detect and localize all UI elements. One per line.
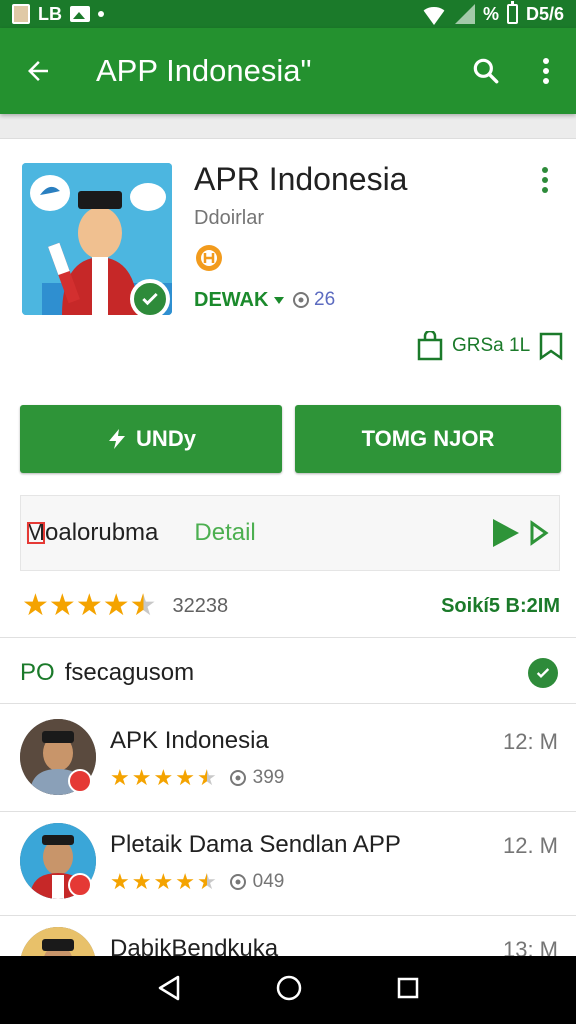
list-item-title: APK Indonesia — [110, 727, 269, 754]
circle-home-icon — [276, 975, 302, 1000]
award-icon — [194, 243, 224, 273]
wishlist-row[interactable]: GRSa 1L — [416, 331, 564, 361]
section-header: PO fsecagusom — [20, 653, 558, 693]
star-icon: ★ — [175, 869, 195, 894]
star-icon: ★ — [131, 765, 152, 790]
content-rating-label: DEWAK — [194, 289, 269, 311]
status-bar: LB % D5/6 — [0, 0, 576, 28]
search-icon — [473, 58, 499, 84]
image-notification-icon — [70, 6, 90, 22]
status-time: D5/6 — [525, 3, 564, 24]
signal-icon — [454, 4, 475, 24]
content-rating-dropdown[interactable]: DEWAK — [194, 289, 285, 312]
info-arrows[interactable] — [489, 517, 549, 549]
review-count: 32238 — [172, 594, 229, 617]
star-icon: ★ — [75, 589, 103, 622]
half-star-icon: ★ — [129, 589, 157, 622]
shopping-bag-icon — [417, 331, 443, 361]
star-icon: ★ — [175, 765, 195, 790]
play-outline-icon — [530, 520, 549, 546]
notification-dot-icon — [98, 11, 104, 17]
developer-name[interactable]: Ddoirlar — [194, 207, 264, 230]
list-item[interactable]: APK Indonesia 12: M ★ ★ ★ ★ ★ 399 — [0, 707, 576, 811]
star-icon: ★ — [153, 869, 174, 894]
app-bar-title: APP Indonesia" — [96, 53, 312, 88]
nav-back-button[interactable] — [156, 974, 182, 1007]
arrow-left-icon — [28, 61, 48, 81]
install-button-label: UNDy — [136, 426, 196, 451]
open-button[interactable]: TOMG NJOR — [295, 405, 561, 473]
info-circle-icon — [293, 292, 309, 308]
divider — [0, 637, 576, 638]
half-star-icon: ★ — [196, 765, 217, 790]
status-percent: % — [482, 3, 499, 24]
info-label: Moalorubma — [25, 519, 158, 547]
search-button[interactable] — [456, 28, 516, 114]
overflow-menu-button[interactable] — [516, 28, 576, 114]
info-row[interactable]: Moalorubma Detail — [20, 495, 560, 571]
wifi-icon — [420, 7, 447, 25]
star-icon: ★ — [131, 869, 152, 894]
star-icon: ★ — [153, 765, 174, 790]
status-left-text: LB — [38, 3, 62, 24]
verified-check-icon — [130, 279, 170, 319]
lightning-icon — [109, 429, 126, 449]
nav-recents-button[interactable] — [396, 976, 420, 1005]
app-bar: APP Indonesia" — [0, 28, 576, 114]
download-count-value: 26 — [314, 289, 336, 310]
list-item-downloads: 049 — [229, 871, 285, 893]
back-button[interactable] — [0, 28, 76, 114]
star-icon: ★ — [48, 589, 76, 622]
list-item-downloads-value: 049 — [252, 871, 285, 892]
badge-icon — [68, 873, 92, 897]
app-name: APR Indonesia — [194, 161, 408, 197]
info-label-text: Moalorubma — [25, 519, 159, 546]
rating-row: ★ ★ ★ ★ ★ 32238 Soikí5 B:2IM — [22, 587, 560, 625]
info-circle-icon — [229, 770, 246, 786]
triangle-back-icon — [159, 975, 180, 1000]
download-count: 26 — [292, 289, 335, 311]
list-item-title: Pletaik Dama Sendlan APP — [110, 831, 401, 858]
list-item-downloads: 399 — [229, 767, 285, 789]
size-info: Soikí5 B:2IM — [441, 594, 560, 617]
detail-link[interactable]: Detail — [194, 519, 255, 547]
square-recents-icon — [397, 977, 418, 998]
list-item-downloads-value: 399 — [252, 767, 285, 788]
chevron-down-icon — [274, 296, 285, 304]
notification-avatar-icon — [12, 4, 30, 24]
more-vert-icon — [542, 167, 548, 193]
install-button[interactable]: UNDy — [20, 405, 282, 473]
wishlist-label: GRSa 1L — [452, 335, 531, 356]
list-item-size: 12. M — [502, 833, 558, 858]
open-button-label: TOMG NJOR — [361, 426, 495, 451]
star-icon: ★ — [22, 589, 49, 622]
bookmark-icon — [539, 332, 563, 361]
card-overflow-button[interactable] — [540, 165, 570, 205]
app-detail-card: APR Indonesia Ddoirlar DEWAK 26 GRSa 1L … — [0, 138, 576, 1003]
star-icon: ★ — [102, 589, 130, 622]
half-star-icon: ★ — [196, 869, 217, 894]
nav-home-button[interactable] — [275, 974, 303, 1007]
divider — [0, 703, 576, 704]
section-title: fsecagusom — [64, 659, 195, 686]
more-vert-icon — [543, 58, 549, 84]
list-item-meta: ★ ★ ★ ★ ★ 399 — [110, 767, 284, 789]
info-circle-icon — [229, 874, 246, 890]
info-marker-icon — [27, 522, 45, 544]
section-check-icon — [528, 658, 558, 688]
list-item-size: 12: M — [502, 729, 558, 754]
battery-icon — [506, 1, 518, 24]
section-prefix: PO — [20, 659, 55, 686]
star-icon: ★ — [110, 765, 130, 790]
navigation-bar — [0, 956, 576, 1024]
badge-icon — [68, 769, 92, 793]
play-filled-icon — [493, 519, 519, 547]
list-item[interactable]: Pletaik Dama Sendlan APP 12. M ★ ★ ★ ★ ★… — [0, 811, 576, 915]
star-icon: ★ — [110, 869, 130, 894]
list-item-meta: ★ ★ ★ ★ ★ 049 — [110, 871, 284, 893]
